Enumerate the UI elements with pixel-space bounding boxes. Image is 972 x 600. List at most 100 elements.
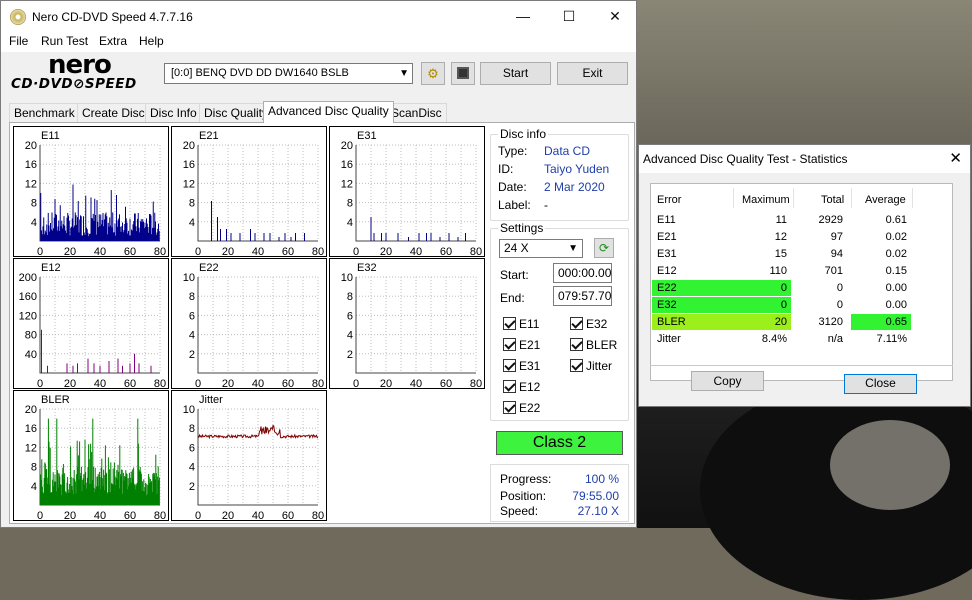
- drive-select-value: [0:0] BENQ DVD DD DW1640 BSLB: [171, 67, 349, 79]
- x-tick-label: 60: [282, 246, 294, 258]
- stat-total: 3120: [818, 316, 843, 328]
- stat-total: 97: [830, 231, 843, 243]
- x-tick-label: 0: [195, 510, 201, 522]
- stat-total: 0: [836, 282, 843, 294]
- y-tick-label: 16: [25, 159, 37, 171]
- checkbox-e31[interactable]: E31: [503, 359, 540, 373]
- y-tick-label: 20: [341, 140, 353, 152]
- x-tick-label: 20: [64, 510, 76, 522]
- background-shape: [830, 420, 950, 510]
- gear-icon: ⚙: [427, 66, 439, 81]
- tab-disc-quality[interactable]: Disc Quality: [199, 103, 274, 123]
- y-tick-label: 12: [25, 178, 37, 190]
- drive-select[interactable]: [0:0] BENQ DVD DD DW1640 BSLB ▼: [164, 63, 413, 84]
- close-dialog-button[interactable]: Close: [844, 374, 917, 394]
- stat-max: 0: [733, 280, 791, 296]
- checkbox-e11[interactable]: E11: [503, 317, 539, 331]
- copy-button[interactable]: Copy: [691, 371, 764, 391]
- x-tick-label: 60: [440, 378, 452, 390]
- checkbox-jitter[interactable]: Jitter: [570, 359, 612, 373]
- column-divider: [733, 188, 734, 208]
- y-tick-label: 4: [189, 330, 195, 342]
- checkbox-e21-label: E21: [519, 338, 541, 352]
- checkbox-e32[interactable]: E32: [570, 317, 607, 331]
- dialog-close-icon[interactable]: ✕: [949, 149, 962, 167]
- checkbox-bler[interactable]: BLER: [570, 338, 617, 352]
- y-tick-label: 2: [189, 481, 195, 493]
- x-tick-label: 80: [312, 246, 324, 258]
- chart-title: E21: [199, 130, 219, 142]
- y-tick-label: 2: [189, 349, 195, 361]
- menu-help[interactable]: Help: [139, 34, 164, 48]
- refresh-button[interactable]: ⟳: [594, 238, 614, 258]
- x-tick-label: 40: [252, 246, 264, 258]
- y-tick-label: 200: [19, 272, 37, 284]
- tab-advanced-disc-quality[interactable]: Advanced Disc Quality: [263, 101, 394, 123]
- start-position-label: Start:: [500, 268, 529, 282]
- stat-error: Jitter: [657, 333, 681, 345]
- position-value: 79:55.00: [572, 489, 619, 503]
- chevron-down-icon: ▼: [568, 243, 578, 254]
- x-tick-label: 40: [94, 510, 106, 522]
- x-tick-label: 60: [124, 378, 136, 390]
- checkbox-e22[interactable]: E22: [503, 401, 540, 415]
- start-button[interactable]: Start: [480, 62, 551, 85]
- close-button[interactable]: ✕: [592, 1, 638, 32]
- stat-error: E11: [657, 214, 676, 226]
- menu-extra[interactable]: Extra: [99, 34, 127, 48]
- refresh-icon: ⟳: [598, 241, 610, 255]
- chart-e11: 20 16 12 8 4 0 20 40 60 80 E11: [13, 126, 169, 258]
- x-tick-label: 80: [154, 378, 166, 390]
- disc-info-heading: Disc info: [498, 127, 549, 141]
- x-tick-label: 20: [222, 378, 234, 390]
- y-tick-label: 120: [19, 310, 37, 322]
- tab-scandisc[interactable]: ScanDisc: [386, 103, 447, 123]
- chart-plot: 201612840 20 40 60 80: [25, 404, 166, 522]
- x-tick-label: 0: [195, 378, 201, 390]
- disc-type-value: Data CD: [544, 144, 591, 158]
- x-tick-label: 80: [470, 378, 482, 390]
- speed-select[interactable]: 24 X ▼: [499, 239, 583, 258]
- checkbox-e12[interactable]: E12: [503, 380, 540, 394]
- minimize-button[interactable]: —: [500, 1, 546, 32]
- disc-class-indicator: Class 2: [496, 431, 623, 455]
- disc-date-value: 2 Mar 2020: [544, 180, 605, 194]
- divider: [650, 365, 953, 366]
- x-tick-label: 0: [37, 246, 43, 258]
- chart-title: E22: [199, 262, 219, 274]
- menu-run-test[interactable]: Run Test: [41, 34, 88, 48]
- y-tick-label: 20: [25, 404, 37, 416]
- end-position-input[interactable]: 079:57.70: [553, 286, 612, 306]
- checkbox-e31-label: E31: [519, 359, 541, 373]
- menu-file[interactable]: File: [9, 34, 28, 48]
- x-tick-label: 60: [282, 510, 294, 522]
- stat-avg: 0.00: [885, 282, 907, 294]
- stat-max: 12: [774, 231, 787, 243]
- start-position-input[interactable]: 000:00.00: [553, 263, 612, 283]
- checkbox-icon: [503, 380, 516, 393]
- tab-benchmark[interactable]: Benchmark: [9, 103, 80, 123]
- stat-error: BLER: [652, 314, 733, 330]
- stat-total: 2929: [818, 214, 843, 226]
- x-tick-label: 80: [312, 378, 324, 390]
- position-label: Position:: [500, 489, 547, 503]
- x-tick-label: 20: [380, 378, 392, 390]
- end-position-label: End:: [500, 291, 525, 305]
- header-maximum: Maximum: [742, 194, 790, 206]
- checkbox-e12-label: E12: [519, 380, 541, 394]
- stat-error: E12: [657, 265, 677, 277]
- tab-create-disc[interactable]: Create Disc: [77, 103, 150, 123]
- column-divider: [851, 188, 852, 208]
- stat-max: 20: [733, 314, 791, 330]
- checkbox-e21[interactable]: E21: [503, 338, 540, 352]
- x-tick-label: 80: [312, 510, 324, 522]
- chart-plot: 201612840 20 40 60 80: [341, 140, 482, 258]
- floppy-icon: [457, 67, 469, 79]
- tab-disc-info[interactable]: Disc Info: [145, 103, 202, 123]
- exit-button[interactable]: Exit: [557, 62, 628, 85]
- maximize-button[interactable]: ☐: [546, 1, 592, 32]
- save-button[interactable]: [451, 62, 475, 85]
- speed-value: 27.10 X: [577, 504, 619, 518]
- disc-id-value: Taiyo Yuden: [544, 162, 610, 176]
- drive-info-button[interactable]: ⚙: [421, 62, 445, 85]
